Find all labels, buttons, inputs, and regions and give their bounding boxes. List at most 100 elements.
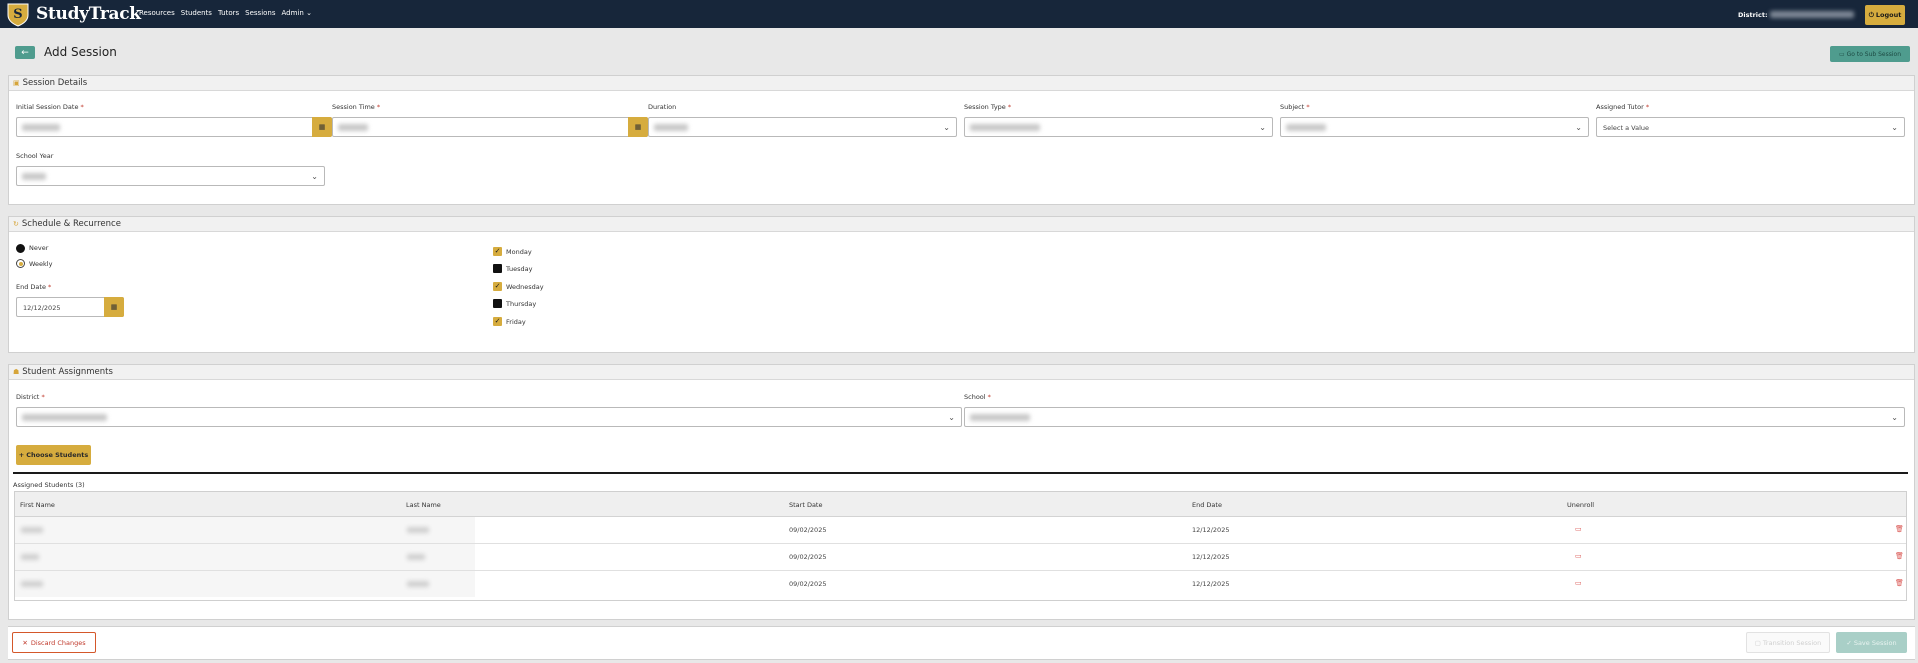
users-icon: ☗ bbox=[13, 368, 20, 376]
table-row[interactable]: 09/02/2025 12/12/2025 ▭ 🗑 bbox=[15, 544, 1906, 571]
table-row[interactable]: 09/02/2025 12/12/2025 ▭ 🗑 bbox=[15, 571, 1906, 598]
initial-date-input[interactable]: ▦ bbox=[16, 117, 332, 137]
friday-checkbox[interactable]: ✓ bbox=[493, 317, 502, 326]
go-to-sub-session-label: Go to Sub Session bbox=[1846, 50, 1902, 58]
unenroll-calendar-icon[interactable]: ▭ bbox=[1575, 525, 1582, 533]
chevron-down-icon: ⌄ bbox=[1891, 123, 1898, 132]
row-shade bbox=[15, 517, 475, 543]
wednesday-label: Wednesday bbox=[506, 283, 544, 291]
duration-label: Duration bbox=[648, 103, 677, 111]
session-time-input[interactable]: ▦ bbox=[332, 117, 648, 137]
nav-tutors[interactable]: Tutors bbox=[218, 9, 239, 17]
col-unenroll: Unenroll bbox=[1567, 501, 1595, 509]
studytrack-logo[interactable]: S bbox=[4, 1, 32, 27]
logout-label: Logout bbox=[1875, 11, 1902, 19]
end-date-input[interactable]: 12/12/2025 ▦ bbox=[16, 297, 124, 317]
monday-label: Monday bbox=[506, 248, 532, 256]
subject-select[interactable]: ⌄ bbox=[1280, 117, 1589, 137]
brand-name[interactable]: StudyTrack bbox=[36, 4, 141, 24]
choose-students-button[interactable]: + Choose Students bbox=[16, 445, 91, 465]
district-label: District * bbox=[16, 393, 45, 401]
table-row[interactable]: 09/02/2025 12/12/2025 ▭ 🗑 bbox=[15, 517, 1906, 544]
section-title: Session Details bbox=[22, 78, 88, 88]
section-title: Student Assignments bbox=[22, 367, 113, 377]
discard-changes-button[interactable]: ✕ Discard Changes bbox=[12, 632, 96, 653]
district-label: District: bbox=[1738, 11, 1768, 19]
student-assignments-panel: ☗ Student Assignments District * ⌄ Schoo… bbox=[8, 364, 1915, 620]
start-date: 09/02/2025 bbox=[789, 553, 827, 561]
last-name-redacted bbox=[407, 554, 425, 560]
friday-label: Friday bbox=[506, 318, 526, 326]
recurrence-never-label: Never bbox=[29, 244, 49, 252]
main-nav: Resources Students Tutors Sessions Admin… bbox=[139, 9, 312, 17]
duration-select[interactable]: ⌄ bbox=[648, 117, 957, 137]
chevron-down-icon: ⌄ bbox=[943, 123, 950, 132]
thursday-checkbox[interactable] bbox=[493, 299, 502, 308]
nav-sessions[interactable]: Sessions bbox=[245, 9, 275, 17]
wednesday-checkbox[interactable]: ✓ bbox=[493, 282, 502, 291]
initial-date-label: Initial Session Date * bbox=[16, 103, 84, 111]
session-details-header: ▣ Session Details bbox=[9, 76, 1914, 91]
table-header: First Name Last Name Start Date End Date… bbox=[15, 492, 1906, 517]
save-session-button[interactable]: ✓ Save Session bbox=[1836, 632, 1907, 653]
thursday-label: Thursday bbox=[506, 300, 537, 308]
calendar-icon: ▣ bbox=[13, 79, 20, 87]
monday-checkbox[interactable]: ✓ bbox=[493, 247, 502, 256]
calendar-icon: ▭ bbox=[1838, 50, 1845, 58]
session-details-panel: ▣ Session Details Initial Session Date *… bbox=[8, 75, 1915, 205]
session-time-label: Session Time * bbox=[332, 103, 381, 111]
school-select[interactable]: ⌄ bbox=[964, 407, 1905, 427]
end-date-label: End Date * bbox=[16, 283, 52, 291]
col-start-date[interactable]: Start Date bbox=[789, 501, 822, 509]
col-last-name[interactable]: Last Name bbox=[406, 501, 441, 509]
logout-button[interactable]: ⏻ Logout bbox=[1865, 5, 1905, 25]
transition-session-button[interactable]: ▢ Transition Session bbox=[1746, 632, 1830, 653]
start-date: 09/02/2025 bbox=[789, 580, 827, 588]
school-year-select[interactable]: ⌄ bbox=[16, 166, 325, 186]
chevron-down-icon: ⌄ bbox=[306, 9, 312, 17]
nav-admin[interactable]: Admin ⌄ bbox=[282, 9, 312, 17]
arrow-left-icon: ← bbox=[21, 47, 29, 58]
footer-bar bbox=[8, 626, 1915, 660]
session-type-label: Session Type * bbox=[964, 103, 1012, 111]
svg-text:S: S bbox=[13, 7, 22, 22]
unenroll-calendar-icon[interactable]: ▭ bbox=[1575, 552, 1582, 560]
nav-resources[interactable]: Resources bbox=[139, 9, 175, 17]
district-select[interactable]: ⌄ bbox=[16, 407, 962, 427]
plus-icon: + bbox=[18, 451, 25, 459]
trash-icon[interactable]: 🗑 bbox=[1895, 525, 1904, 533]
back-button[interactable]: ← bbox=[15, 46, 35, 59]
trash-icon[interactable]: 🗑 bbox=[1895, 552, 1904, 560]
calendar-icon[interactable]: ▦ bbox=[104, 297, 124, 317]
end-date: 12/12/2025 bbox=[1192, 580, 1230, 588]
clock-icon[interactable]: ▦ bbox=[628, 117, 648, 137]
session-type-select[interactable]: ⌄ bbox=[964, 117, 1273, 137]
first-name-redacted bbox=[21, 581, 43, 587]
top-navbar: S StudyTrack Resources Students Tutors S… bbox=[0, 0, 1918, 28]
recurrence-weekly-radio[interactable] bbox=[16, 259, 25, 268]
assigned-tutor-label: Assigned Tutor * bbox=[1596, 103, 1650, 111]
recurrence-never-radio[interactable] bbox=[16, 244, 25, 253]
school-label: School * bbox=[964, 393, 991, 401]
nav-students[interactable]: Students bbox=[181, 9, 212, 17]
assigned-students-title: Assigned Students (3) bbox=[13, 481, 85, 489]
subject-label: Subject * bbox=[1280, 103, 1310, 111]
tuesday-label: Tuesday bbox=[506, 265, 533, 273]
section-title: Schedule & Recurrence bbox=[21, 219, 121, 229]
end-date: 12/12/2025 bbox=[1192, 526, 1230, 534]
row-shade bbox=[15, 544, 475, 570]
col-first-name[interactable]: First Name bbox=[20, 501, 55, 509]
tuesday-checkbox[interactable] bbox=[493, 264, 502, 273]
trash-icon[interactable]: 🗑 bbox=[1895, 579, 1904, 587]
unenroll-calendar-icon[interactable]: ▭ bbox=[1575, 579, 1582, 587]
refresh-icon: ↻ bbox=[13, 220, 19, 228]
check-icon: ✓ bbox=[1846, 638, 1852, 647]
col-end-date[interactable]: End Date bbox=[1192, 501, 1222, 509]
first-name-redacted bbox=[21, 527, 43, 533]
assigned-tutor-select[interactable]: Select a Value ⌄ bbox=[1596, 117, 1905, 137]
end-date-value: 12/12/2025 bbox=[23, 304, 61, 312]
go-to-sub-session-button[interactable]: ▭ Go to Sub Session bbox=[1830, 46, 1910, 62]
page-title: Add Session bbox=[44, 45, 117, 59]
calendar-icon[interactable]: ▦ bbox=[312, 117, 332, 137]
chevron-down-icon: ⌄ bbox=[1891, 413, 1898, 422]
